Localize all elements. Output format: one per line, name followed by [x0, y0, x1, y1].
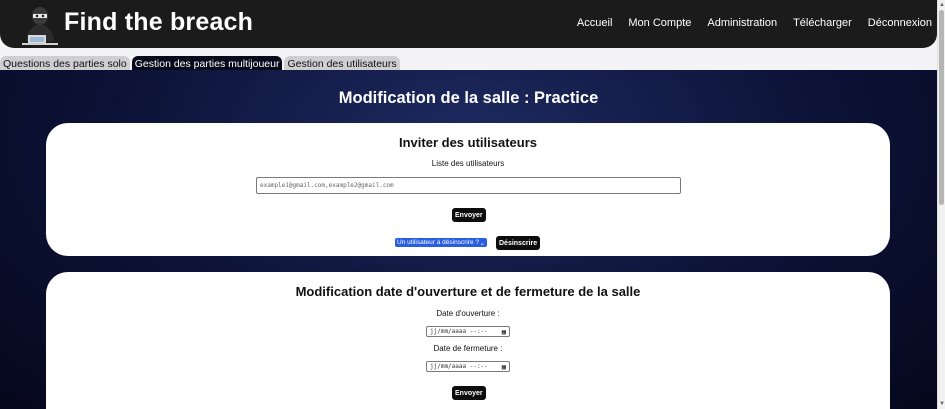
tab-questions-solo[interactable]: Questions des parties solo — [0, 56, 130, 71]
dates-title: Modification date d'ouverture et de ferm… — [295, 284, 641, 299]
nav-accueil[interactable]: Accueil — [577, 17, 612, 29]
brand-title[interactable]: Find the breach — [64, 8, 253, 37]
nav-telecharger[interactable]: Télécharger — [793, 17, 852, 29]
nav-deconnexion[interactable]: Déconnexion — [868, 17, 932, 29]
admin-tabs: Questions des parties solo Gestion des p… — [0, 56, 402, 71]
main-content: Modification de la salle : Practice Invi… — [0, 70, 937, 409]
tab-gestion-multijoueur[interactable]: Gestion des parties multijoueur — [131, 56, 283, 71]
users-list-input[interactable] — [256, 177, 681, 194]
calendar-icon[interactable]: ▦ — [502, 363, 506, 371]
scrollbar-thumb[interactable] — [939, 10, 944, 205]
unsubscribe-user-select[interactable]: Un utilisateur à désinscrire ? ⌄ — [395, 238, 487, 247]
users-list-label: Liste des utilisateurs — [431, 159, 505, 168]
open-date-value: jj/mm/aaaa --:-- — [430, 328, 488, 335]
hacker-logo-icon — [22, 7, 58, 45]
vertical-scrollbar[interactable]: ▲ ▼ — [937, 0, 945, 409]
invite-title: Inviter des utilisateurs — [399, 135, 537, 150]
scroll-down-arrow-icon[interactable]: ▼ — [939, 401, 945, 407]
close-date-value: jj/mm/aaaa --:-- — [430, 363, 488, 370]
tab-gestion-utilisateurs[interactable]: Gestion des utilisateurs — [284, 56, 400, 71]
unsubscribe-select-value: Un utilisateur à désinscrire ? — [397, 239, 480, 246]
top-header: Find the breach Accueil Mon Compte Admin… — [0, 0, 937, 48]
room-dates-card: Modification date d'ouverture et de ferm… — [46, 272, 890, 409]
main-nav: Accueil Mon Compte Administration Téléch… — [561, 17, 932, 29]
close-date-label: Date de fermeture : — [433, 344, 503, 353]
scroll-up-arrow-icon[interactable]: ▲ — [939, 2, 945, 8]
open-date-input[interactable]: jj/mm/aaaa --:-- ▦ — [426, 326, 510, 337]
dates-send-button[interactable]: Envoyer — [452, 386, 486, 400]
invite-send-button[interactable]: Envoyer — [452, 208, 486, 222]
invite-users-card: Inviter des utilisateurs Liste des utili… — [46, 123, 890, 256]
nav-mon-compte[interactable]: Mon Compte — [628, 17, 691, 29]
nav-administration[interactable]: Administration — [707, 17, 777, 29]
close-date-input[interactable]: jj/mm/aaaa --:-- ▦ — [426, 361, 510, 372]
open-date-label: Date d'ouverture : — [436, 309, 500, 318]
chevron-down-icon: ⌄ — [479, 239, 485, 247]
calendar-icon[interactable]: ▦ — [502, 328, 506, 336]
page-title: Modification de la salle : Practice — [338, 89, 599, 107]
unsubscribe-button[interactable]: Désinscrire — [496, 236, 541, 250]
